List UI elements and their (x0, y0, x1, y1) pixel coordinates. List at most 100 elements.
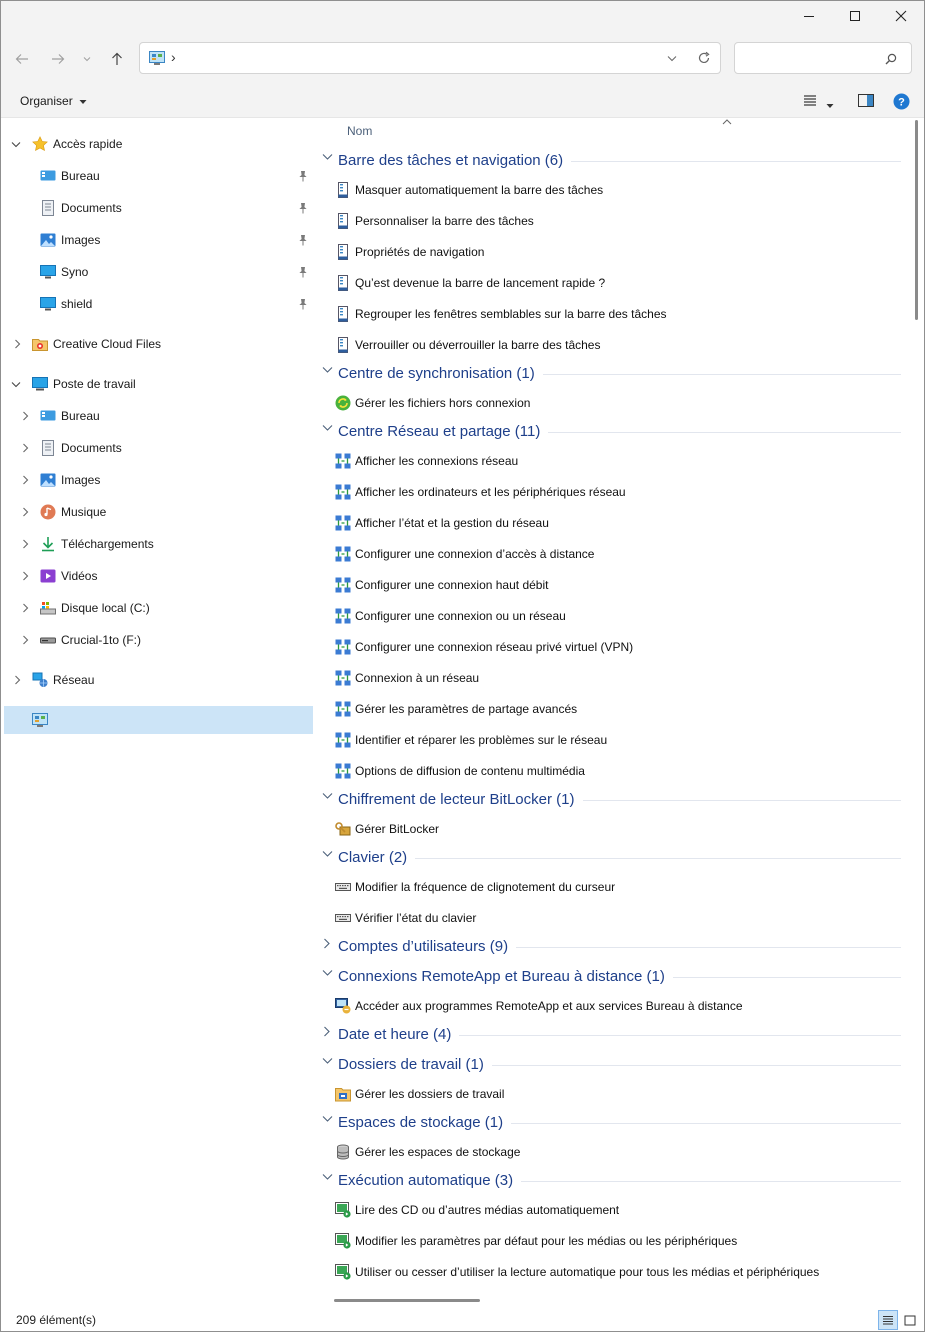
sidebar-item[interactable]: Accès rapide (1, 130, 313, 158)
chevron-right-icon[interactable] (19, 443, 31, 456)
list-item[interactable]: Modifier les paramètres par défaut pour … (333, 1228, 893, 1254)
group-header[interactable]: Espaces de stockage (1) (317, 1111, 907, 1135)
column-header-name[interactable]: Nom (347, 124, 372, 138)
list-item[interactable]: Propriétés de navigation (333, 239, 893, 265)
group-header[interactable]: Dossiers de travail (1) (317, 1053, 907, 1077)
maximize-button[interactable] (832, 1, 878, 31)
details-view-toggle[interactable] (878, 1310, 898, 1330)
list-item[interactable]: Utiliser ou cesser d’utiliser la lecture… (333, 1259, 893, 1285)
group-header[interactable]: Centre de synchronisation (1) (317, 362, 907, 386)
list-item[interactable]: Gérer les paramètres de partage avancés (333, 696, 893, 722)
address-bar[interactable]: › (139, 42, 721, 74)
chevron-right-icon[interactable] (19, 603, 31, 616)
list-item[interactable]: Configurer une connexion haut débit (333, 572, 893, 598)
sidebar-item[interactable]: shield (1, 290, 313, 318)
list-item[interactable]: Gérer BitLocker (333, 816, 893, 842)
chevron-down-icon[interactable] (321, 1056, 333, 1068)
close-button[interactable] (878, 1, 924, 31)
list-item[interactable]: Verrouiller ou déverrouiller la barre de… (333, 332, 893, 358)
group-header[interactable]: Date et heure (4) (317, 1023, 907, 1047)
group-header[interactable]: Barre des tâches et navigation (6) (317, 149, 907, 173)
address-history-chevron-icon[interactable] (667, 55, 677, 62)
breadcrumb-separator[interactable]: › (171, 49, 176, 65)
sidebar-item[interactable]: Documents (1, 194, 313, 222)
list-item[interactable]: Configurer une connexion réseau privé vi… (333, 634, 893, 660)
chevron-down-icon[interactable] (321, 1114, 333, 1126)
search-input[interactable] (741, 49, 885, 69)
sidebar-item[interactable]: Images (1, 466, 313, 494)
list-item[interactable]: Personnaliser la barre des tâches (333, 208, 893, 234)
chevron-down-icon[interactable] (321, 152, 333, 164)
list-item[interactable]: Identifier et réparer les problèmes sur … (333, 727, 893, 753)
change-view-button[interactable] (803, 94, 817, 109)
chevron-right-icon[interactable] (11, 675, 23, 688)
group-header[interactable]: Exécution automatique (3) (317, 1169, 907, 1193)
sidebar-item[interactable]: Creative Cloud Files (1, 330, 313, 358)
horizontal-scroll-thumb[interactable] (334, 1299, 480, 1302)
back-button[interactable] (9, 47, 35, 71)
chevron-down-icon[interactable] (321, 1172, 333, 1184)
list-item[interactable]: Gérer les dossiers de travail (333, 1081, 893, 1107)
list-item[interactable]: Accéder aux programmes RemoteApp et aux … (333, 993, 893, 1019)
sidebar-item[interactable]: Crucial-1to (F:) (1, 626, 313, 654)
list-item[interactable]: Modifier la fréquence de clignotement du… (333, 874, 893, 900)
group-header[interactable]: Comptes d’utilisateurs (9) (317, 935, 907, 959)
list-item[interactable]: Configurer une connexion d’accès à dista… (333, 541, 893, 567)
preview-pane-button[interactable] (858, 94, 874, 110)
chevron-down-icon[interactable] (321, 365, 333, 377)
group-header[interactable]: Connexions RemoteApp et Bureau à distanc… (317, 965, 907, 989)
vertical-scroll-thumb[interactable] (915, 120, 918, 320)
list-item[interactable]: Afficher les ordinateurs et les périphér… (333, 479, 893, 505)
list-item[interactable]: Afficher l’état et la gestion du réseau (333, 510, 893, 536)
chevron-right-icon[interactable] (19, 507, 31, 520)
list-item[interactable]: Connexion à un réseau (333, 665, 893, 691)
sidebar-item[interactable]: Poste de travail (1, 370, 313, 398)
minimize-button[interactable] (786, 1, 832, 31)
list-item[interactable]: Masquer automatiquement la barre des tâc… (333, 177, 893, 203)
group-header[interactable]: Chiffrement de lecteur BitLocker (1) (317, 788, 907, 812)
refresh-icon[interactable] (697, 51, 711, 65)
large-icons-view-toggle[interactable] (900, 1310, 920, 1330)
search-icon[interactable] (885, 53, 897, 65)
sidebar-item[interactable]: Vidéos (1, 562, 313, 590)
chevron-down-icon[interactable] (321, 849, 333, 861)
up-button[interactable] (104, 47, 130, 71)
sidebar-item[interactable]: Réseau (1, 666, 313, 694)
chevron-right-icon[interactable] (19, 411, 31, 424)
sidebar-item[interactable]: Disque local (C:) (1, 594, 313, 622)
list-item[interactable]: Regrouper les fenêtres semblables sur la… (333, 301, 893, 327)
forward-button[interactable] (45, 47, 71, 71)
sidebar-item[interactable]: Syno (1, 258, 313, 286)
group-header[interactable]: Centre Réseau et partage (11) (317, 420, 907, 444)
list-item[interactable]: Lire des CD ou d’autres médias automatiq… (333, 1197, 893, 1223)
list-item[interactable]: Gérer les fichiers hors connexion (333, 390, 893, 416)
view-options-button[interactable] (826, 98, 834, 112)
chevron-right-icon[interactable] (19, 571, 31, 584)
recent-locations-button[interactable] (76, 47, 98, 71)
chevron-down-icon[interactable] (321, 791, 333, 803)
chevron-down-icon[interactable] (10, 380, 22, 391)
vertical-scrollbar[interactable] (909, 118, 924, 1290)
chevron-down-icon[interactable] (321, 968, 333, 980)
list-item[interactable]: Qu’est devenue la barre de lancement rap… (333, 270, 893, 296)
chevron-right-icon[interactable] (11, 339, 23, 352)
sidebar-item[interactable]: Images (1, 226, 313, 254)
list-item[interactable]: Gérer les espaces de stockage (333, 1139, 893, 1165)
sidebar-item[interactable]: Documents (1, 434, 313, 462)
sidebar-item[interactable]: Téléchargements (1, 530, 313, 558)
sidebar-item[interactable]: Bureau (1, 402, 313, 430)
chevron-right-icon[interactable] (19, 475, 31, 488)
list-item[interactable]: Configurer une connexion ou un réseau (333, 603, 893, 629)
sidebar-item[interactable] (4, 706, 313, 734)
chevron-right-icon[interactable] (19, 539, 31, 552)
sidebar-item[interactable]: Bureau (1, 162, 313, 190)
sidebar-item[interactable]: Musique (1, 498, 313, 526)
list-item[interactable]: Vérifier l’état du clavier (333, 905, 893, 931)
group-header[interactable]: Clavier (2) (317, 846, 907, 870)
chevron-right-icon[interactable] (321, 1026, 333, 1040)
chevron-down-icon[interactable] (10, 140, 22, 151)
chevron-right-icon[interactable] (321, 938, 333, 952)
help-button[interactable]: ? (893, 93, 910, 113)
organize-menu-button[interactable]: Organiser (20, 94, 87, 108)
chevron-down-icon[interactable] (321, 423, 333, 435)
